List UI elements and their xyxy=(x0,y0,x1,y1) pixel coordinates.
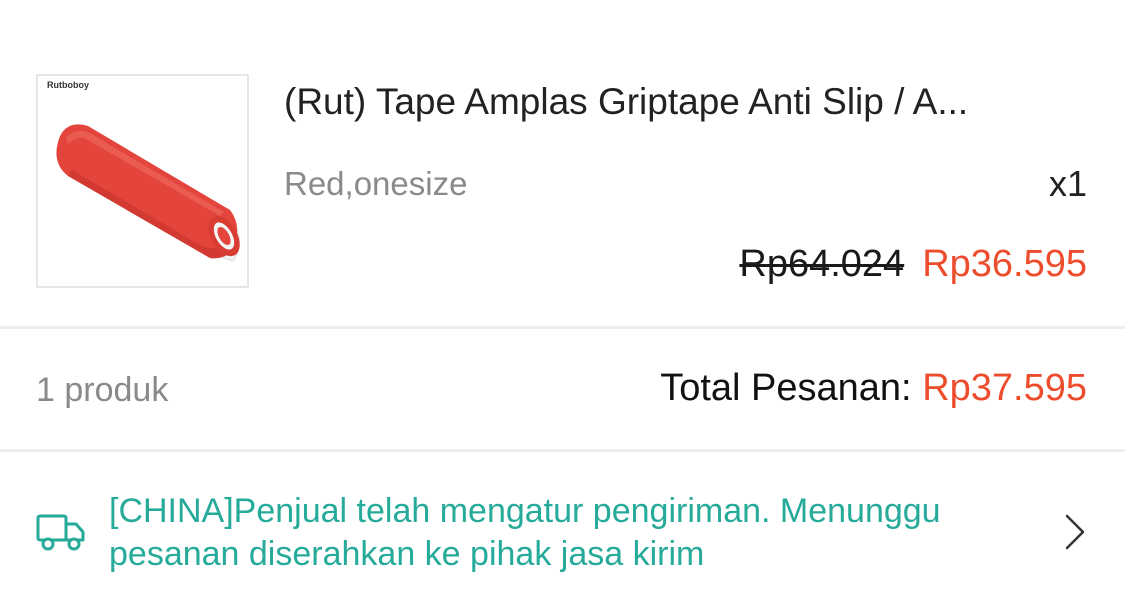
grip-tape-roll-image xyxy=(56,124,240,262)
product-quantity: x1 xyxy=(1048,163,1087,204)
shipping-status-row[interactable]: [CHINA]Penjual telah mengatur pengiriman… xyxy=(0,452,1125,612)
original-price: Rp64.024 xyxy=(739,243,905,285)
product-thumbnail[interactable]: Rutboboy xyxy=(36,74,249,288)
truck-icon xyxy=(36,514,85,551)
product-title[interactable]: (Rut) Tape Amplas Griptape Anti Slip / A… xyxy=(284,80,1089,124)
sale-price: Rp36.595 xyxy=(922,243,1087,285)
product-variant: Red,onesize xyxy=(284,165,468,202)
order-total-label: Total Pesanan: xyxy=(660,367,923,409)
price-row: Rp64.024 Rp36.595 xyxy=(739,243,1087,286)
divider xyxy=(0,326,1125,329)
product-count: 1 produk xyxy=(36,371,169,409)
shipping-status-text: [CHINA]Penjual telah mengatur pengiriman… xyxy=(109,492,941,573)
chevron-right-icon xyxy=(1065,514,1085,550)
order-total: Total Pesanan: Rp37.595 xyxy=(660,367,1087,410)
order-item[interactable]: Rutboboy (Rut) Tape Amplas Griptape Anti… xyxy=(0,0,1125,327)
order-total-value: Rp37.595 xyxy=(922,367,1087,409)
